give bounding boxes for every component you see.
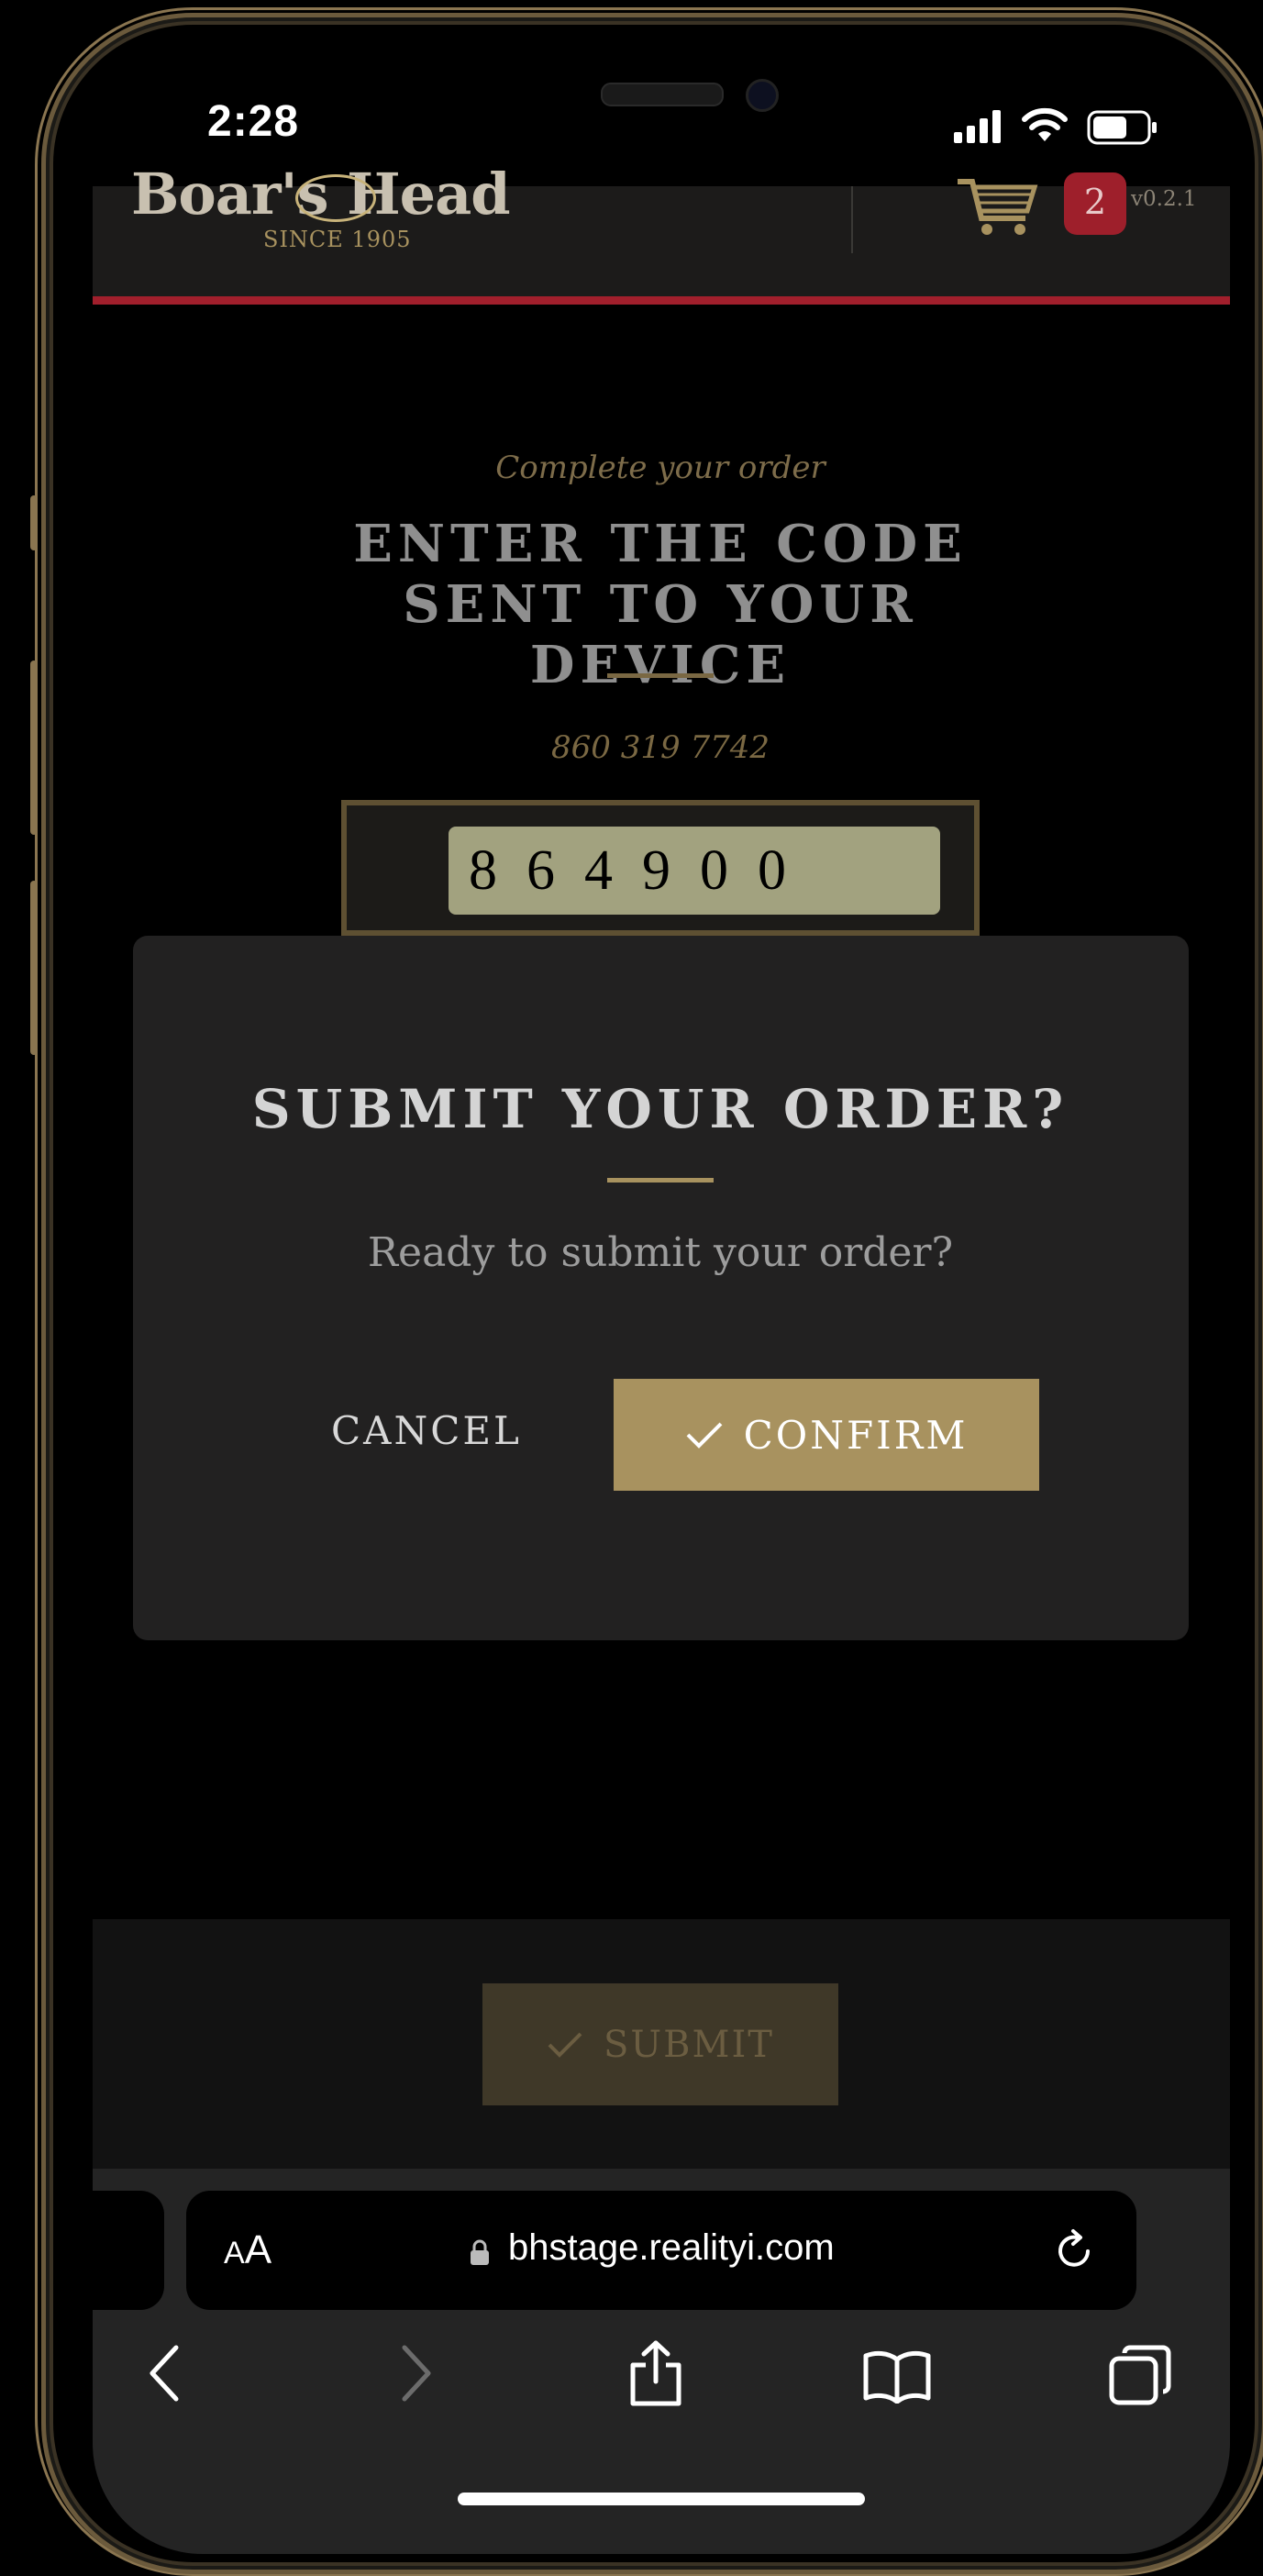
share-icon[interactable] bbox=[627, 2339, 684, 2407]
reload-icon[interactable] bbox=[1053, 2227, 1097, 2273]
version-label: v0.2.1 bbox=[1131, 187, 1197, 211]
page-title-text: ENTER THE CODE SENT TO YOUR DEVICE bbox=[353, 514, 968, 695]
logo-tagline: SINCE 1905 bbox=[263, 227, 412, 252]
page-title: ENTER THE CODE SENT TO YOUR DEVICE bbox=[0, 514, 1263, 695]
wifi-icon bbox=[1022, 107, 1068, 141]
tabs-icon[interactable] bbox=[1108, 2344, 1172, 2408]
submit-button[interactable]: SUBMIT bbox=[482, 1983, 838, 2105]
verification-code-input[interactable]: 864900 bbox=[449, 827, 940, 915]
back-icon[interactable] bbox=[147, 2344, 183, 2403]
confirm-button[interactable]: CONFIRM bbox=[614, 1379, 1039, 1491]
header-divider bbox=[851, 186, 853, 253]
logo-emblem bbox=[295, 174, 376, 222]
cart-count-badge[interactable]: 2 bbox=[1064, 172, 1126, 235]
home-indicator[interactable] bbox=[458, 2493, 865, 2505]
confirm-dialog bbox=[133, 936, 1189, 1640]
reader-settings-button[interactable]: AA bbox=[224, 2227, 271, 2273]
phone-number: 860 319 7742 bbox=[551, 729, 770, 766]
status-time: 2:28 bbox=[207, 97, 300, 146]
aa-big: A bbox=[244, 2227, 272, 2272]
submit-label: SUBMIT bbox=[604, 2023, 774, 2066]
dialog-title: SUBMIT YOUR ORDER? bbox=[251, 1078, 1069, 1140]
cellular-signal-icon bbox=[954, 110, 1001, 143]
front-camera bbox=[746, 79, 779, 112]
url-text[interactable]: bhstage.realityi.com bbox=[508, 2227, 835, 2269]
confirm-label: CONFIRM bbox=[743, 1412, 969, 1458]
lock-icon bbox=[471, 2239, 489, 2265]
aa-small: A bbox=[224, 2236, 245, 2271]
dialog-divider bbox=[607, 1178, 714, 1183]
check-icon bbox=[548, 2032, 582, 2058]
header-accent-line bbox=[93, 296, 1230, 305]
speaker-grille bbox=[601, 83, 724, 106]
side-button bbox=[30, 881, 38, 1055]
previous-tab-peek[interactable] bbox=[93, 2191, 164, 2310]
eyebrow-text: Complete your order bbox=[495, 450, 825, 486]
battery-icon bbox=[1087, 110, 1157, 145]
check-icon bbox=[686, 1422, 723, 1449]
title-divider bbox=[607, 673, 714, 678]
bookmarks-icon[interactable] bbox=[862, 2348, 932, 2404]
dialog-message: Ready to submit your order? bbox=[367, 1229, 954, 1276]
forward-icon[interactable] bbox=[397, 2344, 434, 2403]
cancel-button[interactable]: CANCEL bbox=[303, 1381, 550, 1482]
cart-icon[interactable] bbox=[954, 174, 1038, 239]
